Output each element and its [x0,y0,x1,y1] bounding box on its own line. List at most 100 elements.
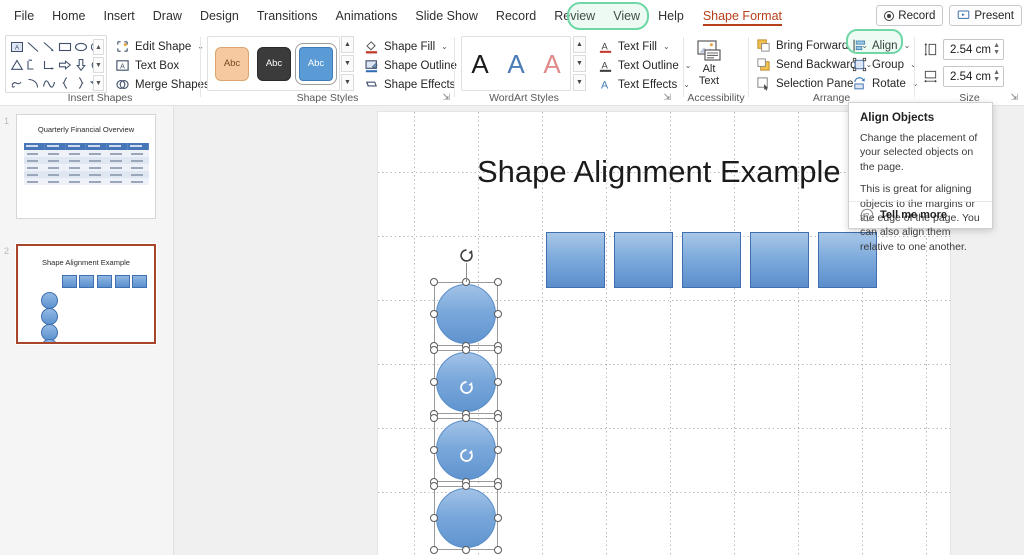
styles-scroll-up-icon[interactable]: ▲ [341,36,354,53]
wordart-sample-black[interactable]: A [471,51,488,77]
tab-file[interactable]: File [5,2,43,30]
tab-home[interactable]: Home [43,2,94,30]
elbow-connector-shape-icon[interactable] [26,58,40,72]
wordart-sample-blue[interactable]: A [507,51,524,77]
line-arrow-shape-icon[interactable] [42,40,56,54]
shape-style-dark[interactable]: Abc [257,46,291,81]
resize-handle-w[interactable] [430,310,438,318]
shapes-scroll-up-icon[interactable]: ▲ [93,39,104,55]
triangle-shape-icon[interactable] [10,58,24,72]
resize-handle-nw[interactable] [430,346,438,354]
tab-slide-show[interactable]: Slide Show [406,2,487,30]
resize-handle-w[interactable] [430,446,438,454]
rotate-button[interactable]: Rotate ⌄ [849,74,922,93]
height-spinner-arrows[interactable]: ▲ ▼ [993,42,1000,56]
tab-draw[interactable]: Draw [144,2,191,30]
scribble-shape-icon[interactable] [10,76,24,90]
tooltip-footer[interactable]: ? Tell me more [849,201,992,228]
down-arrow-shape-icon[interactable] [74,58,88,72]
tab-animations[interactable]: Animations [327,2,407,30]
left-brace-shape-icon[interactable] [58,76,72,90]
wordart-sample-red[interactable]: A [543,51,560,77]
shape-style-peach[interactable]: Abc [215,46,249,81]
slide-1-preview[interactable]: Quarterly Financial Overview [16,114,156,219]
wordart-scrollbar[interactable]: ▲ ▼ ▼ [573,36,586,91]
tab-review[interactable]: Review [545,2,604,30]
size-dialog-launcher[interactable]: ⇲ [1010,92,1018,103]
right-brace-shape-icon[interactable] [74,76,88,90]
arc-shape-icon[interactable] [26,76,40,90]
curve-shape-icon[interactable] [42,76,56,90]
chevron-down-icon[interactable]: ⌄ [663,42,670,51]
textbox-shape-icon[interactable]: A [10,40,24,54]
resize-handle-e[interactable] [494,310,502,318]
resize-handle-n[interactable] [462,346,470,354]
tab-design[interactable]: Design [191,2,248,30]
right-arrow-shape-icon[interactable] [58,58,72,72]
rotate-handle[interactable] [459,380,474,395]
resize-handle-s[interactable] [462,546,470,554]
styles-more-icon[interactable]: ▼ [341,74,354,91]
alt-text-button[interactable]: Alt Text [688,34,730,92]
resize-handle-ne[interactable] [494,414,502,422]
shape-style-blue-selected[interactable]: Abc [295,42,337,85]
shape-styles-gallery[interactable]: Abc Abc Abc [207,36,340,91]
wordart-scroll-up-icon[interactable]: ▲ [573,36,586,53]
shapes-more-icon[interactable]: ▼ [93,75,104,91]
tab-transitions[interactable]: Transitions [248,2,327,30]
tab-view[interactable]: View [604,2,649,30]
tab-insert[interactable]: Insert [95,2,144,30]
resize-handle-w[interactable] [430,378,438,386]
resize-handle-ne[interactable] [494,346,502,354]
tab-help[interactable]: Help [649,2,693,30]
selection-frame-1[interactable] [430,249,502,350]
square-shape-4[interactable] [750,232,809,288]
resize-handle-se[interactable] [494,546,502,554]
shapes-scroll-down-icon[interactable]: ▼ [93,57,104,73]
resize-handle-n[interactable] [462,414,470,422]
slide-title-text[interactable]: Shape Alignment Example [477,154,841,190]
chevron-down-icon[interactable]: ⌄ [441,42,448,51]
styles-scroll-down-icon[interactable]: ▼ [341,55,354,72]
wordart-more-icon[interactable]: ▼ [573,74,586,91]
record-button[interactable]: Record [876,5,944,26]
elbow-arrow-shape-icon[interactable] [42,58,56,72]
resize-handle-nw[interactable] [430,278,438,286]
wordart-gallery[interactable]: A A A [461,36,571,91]
resize-handle-ne[interactable] [494,278,502,286]
square-shape-2[interactable] [614,232,673,288]
shapes-gallery[interactable]: A ▲ ▼ ▼ [5,35,107,93]
resize-handle-w[interactable] [430,514,438,522]
slide-thumbnail-2[interactable]: 2 Shape Alignment Example [4,244,156,344]
tab-record[interactable]: Record [487,2,545,30]
resize-handle-n[interactable] [462,482,470,490]
resize-handle-nw[interactable] [430,482,438,490]
selection-frame-2[interactable] [430,346,502,418]
shapes-gallery-scrollbar[interactable]: ▲ ▼ ▼ [93,39,104,91]
text-outline-button[interactable]: A Text Outline ⌄ [595,56,694,75]
rectangle-shape-icon[interactable] [58,40,72,54]
text-fill-button[interactable]: A Text Fill ⌄ [595,37,694,56]
resize-handle-sw[interactable] [430,546,438,554]
resize-handle-e[interactable] [494,446,502,454]
slide-2-preview[interactable]: Shape Alignment Example [16,244,156,344]
present-button[interactable]: Present [949,5,1022,26]
square-shape-3[interactable] [682,232,741,288]
shape-height-input[interactable]: 2.54 cm ▲ ▼ [943,39,1004,60]
resize-handle-ne[interactable] [494,482,502,490]
width-spinner-arrows[interactable]: ▲ ▼ [993,69,1000,83]
selection-frame-3[interactable] [430,414,502,486]
group-button[interactable]: Group ⌄ [849,55,922,74]
oval-shape-icon[interactable] [74,40,88,54]
line-shape-icon[interactable] [26,40,40,54]
rotate-handle[interactable] [459,448,474,463]
square-shape-1[interactable] [546,232,605,288]
align-button[interactable]: Align ⌄ [849,36,922,55]
resize-handle-nw[interactable] [430,414,438,422]
resize-handle-e[interactable] [494,514,502,522]
shape-styles-scrollbar[interactable]: ▲ ▼ ▼ [341,36,354,91]
wordart-scroll-down-icon[interactable]: ▼ [573,55,586,72]
tab-shape-format[interactable]: Shape Format [693,2,792,30]
slide-thumbnail-1[interactable]: 1 Quarterly Financial Overview [4,114,156,219]
tell-me-more-link[interactable]: Tell me more [880,209,947,221]
